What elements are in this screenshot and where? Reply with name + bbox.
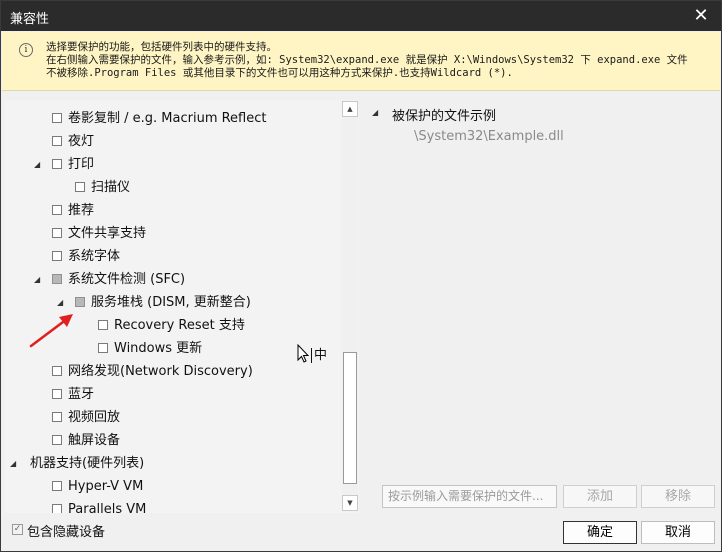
remove-button[interactable]: 移除 <box>641 485 715 508</box>
tree-item[interactable]: ◢ 打印 <box>4 154 339 176</box>
tree-item-label: 蓝牙 <box>68 387 95 402</box>
window-title: 兼容性 <box>10 12 50 27</box>
tree-item-label: Hyper-V VM <box>68 479 144 494</box>
scroll-track[interactable] <box>342 118 358 494</box>
tree-item[interactable]: 触屏设备 <box>4 430 339 452</box>
tree-item[interactable]: 蓝牙 <box>4 384 339 406</box>
feature-tree[interactable]: 卷影复制 / e.g. Macrium Reflect 夜灯 ◢ 打印扫描仪推荐文件共… <box>4 100 359 513</box>
tree-item-checkbox[interactable] <box>52 113 62 123</box>
tree-item-label: Windows 更新 <box>114 341 203 356</box>
info-line: 选择要保护的功能，包括硬件列表中的硬件支持。 <box>46 41 277 53</box>
tree-item-label: 文件共享支持 <box>68 226 147 241</box>
cancel-button[interactable]: 取消 <box>641 521 715 544</box>
tree-item[interactable]: 系统字体 <box>4 246 339 268</box>
tree-item[interactable]: Hyper-V VM <box>4 476 339 498</box>
show-hidden-label[interactable]: 包含隐藏设备 <box>27 521 105 540</box>
tree-item-checkbox[interactable] <box>52 412 62 422</box>
tree-item-label: 触屏设备 <box>68 433 121 448</box>
scroll-thumb[interactable] <box>343 352 357 484</box>
tree-item-checkbox[interactable] <box>52 435 62 445</box>
protected-files-heading[interactable]: 被保护的文件示例 <box>392 105 496 124</box>
add-button[interactable]: 添加 <box>563 485 637 508</box>
tree-item[interactable]: 卷影复制 / e.g. Macrium Reflect <box>4 108 339 130</box>
file-path-input[interactable]: 按示例输入需要保护的文件... <box>382 485 557 508</box>
tree-item-checkbox[interactable] <box>52 389 62 399</box>
scroll-up-icon[interactable]: ▲ <box>342 101 358 117</box>
tree-item-label: 系统文件检测 (SFC) <box>68 272 186 287</box>
tree-item[interactable]: 夜灯 <box>4 131 339 153</box>
close-icon[interactable]: ✕ <box>691 4 711 28</box>
annotation-arrow-icon <box>29 314 73 348</box>
tree-item[interactable]: 视频回放 <box>4 407 339 429</box>
show-hidden-checkbox[interactable]: ✓ <box>12 524 23 535</box>
tree-item[interactable]: ◢ 系统文件检测 (SFC) <box>4 269 339 291</box>
tree-item-checkbox[interactable] <box>52 366 62 376</box>
tree-item-label: 推荐 <box>68 203 95 218</box>
expand-arrow-icon[interactable]: ◢ <box>10 453 20 475</box>
tree-item-checkbox[interactable] <box>52 504 62 513</box>
ime-label: 中 <box>314 348 328 363</box>
tree-item-checkbox[interactable] <box>98 320 108 330</box>
tree-item-checkbox[interactable] <box>52 159 62 169</box>
info-icon: i <box>19 43 33 57</box>
protected-files-pane: ◢ 被保护的文件示例 \System32\Example.dll <box>363 100 718 480</box>
tree-item-label: 扫描仪 <box>91 180 131 195</box>
tree-item-label: 打印 <box>68 157 95 172</box>
ok-button[interactable]: 确定 <box>563 521 637 544</box>
tree-item-checkbox[interactable] <box>52 251 62 261</box>
tree-item[interactable]: Parallels VM <box>4 499 339 513</box>
tree-item-checkbox[interactable] <box>75 297 85 307</box>
tree-item-label: 网络发现(Network Discovery) <box>68 364 253 379</box>
tree-item-checkbox[interactable] <box>52 205 62 215</box>
scroll-down-icon[interactable]: ▼ <box>342 495 358 511</box>
tree-item[interactable]: 扫描仪 <box>4 177 339 199</box>
tree-item-checkbox[interactable] <box>52 274 62 284</box>
tree-item-checkbox[interactable] <box>52 136 62 146</box>
expand-arrow-icon[interactable]: ◢ <box>34 269 44 291</box>
tree-item-label: 服务堆栈 (DISM, 更新整合) <box>91 295 251 310</box>
tree-item[interactable]: 推荐 <box>4 200 339 222</box>
info-banner: i 选择要保护的功能，包括硬件列表中的硬件支持。 在右侧输入需要保护的文件，输入… <box>2 32 720 91</box>
compatibility-dialog: 兼容性 ✕ i 选择要保护的功能，包括硬件列表中的硬件支持。 在右侧输入需要保护… <box>0 0 722 552</box>
tree-item-checkbox[interactable] <box>52 481 62 491</box>
tree-item-label: 夜灯 <box>68 134 95 149</box>
tree-item[interactable]: 文件共享支持 <box>4 223 339 245</box>
tree-item[interactable]: ◢ 机器支持(硬件列表) <box>4 453 339 475</box>
mouse-cursor-icon <box>297 344 310 363</box>
tree-item-checkbox[interactable] <box>52 228 62 238</box>
tree-item-label: 系统字体 <box>68 249 121 264</box>
tree-item-checkbox[interactable] <box>98 343 108 353</box>
expand-arrow-icon[interactable]: ◢ <box>34 154 44 176</box>
tree-item-label: 机器支持(硬件列表) <box>30 456 145 471</box>
tree-item-label: 卷影复制 / e.g. Macrium Reflect <box>68 111 267 126</box>
tree-scrollbar[interactable]: ▲ ▼ <box>342 101 358 511</box>
info-line: 在右侧输入需要保护的文件，输入参考示例，如: System32\expand.e… <box>46 54 688 66</box>
info-text: 选择要保护的功能，包括硬件列表中的硬件支持。 在右侧输入需要保护的文件，输入参考… <box>46 41 716 80</box>
tree-item-label: 视频回放 <box>68 410 121 425</box>
tree-item-checkbox[interactable] <box>75 182 85 192</box>
tree-item[interactable]: 网络发现(Network Discovery) <box>4 361 339 383</box>
tree-item-label: Recovery Reset 支持 <box>114 318 245 333</box>
ime-indicator: 中 <box>311 344 327 363</box>
protected-file-example[interactable]: \System32\Example.dll <box>414 129 564 144</box>
expand-arrow-icon[interactable]: ◢ <box>372 108 378 117</box>
tree-item-label: Parallels VM <box>68 502 147 513</box>
title-bar: 兼容性 ✕ <box>1 1 721 31</box>
info-line: 不被移除.Program Files 或其他目录下的文件也可以用这种方式来保护.… <box>46 67 513 79</box>
